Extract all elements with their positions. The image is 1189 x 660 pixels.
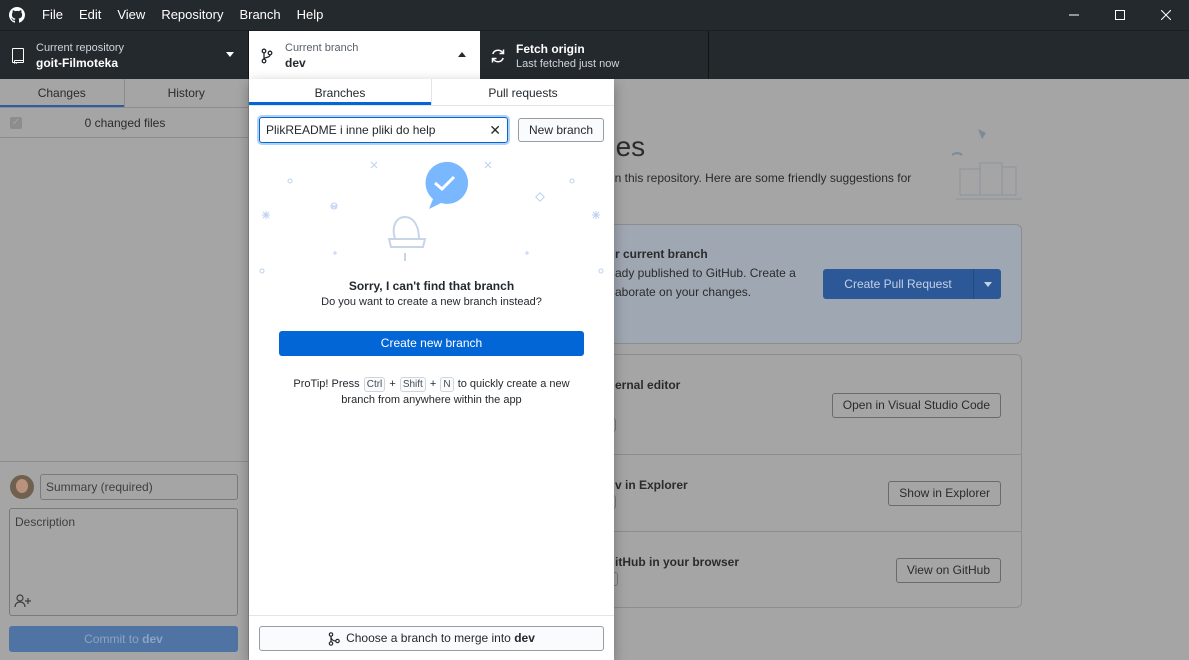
sync-icon: [490, 48, 506, 64]
explorer-suggestion-title: v in Explorer: [615, 478, 688, 492]
title-bar: File Edit View Repository Branch Help: [0, 0, 1189, 30]
actions-card: ernal editor A Open in Visual Studio Cod…: [600, 354, 1022, 608]
no-changes-illustration: [950, 127, 1028, 207]
protip-prefix: ProTip! Press: [293, 378, 360, 390]
clear-filter-icon[interactable]: ✕: [489, 123, 501, 137]
sidebar: Changes History ✓ 0 changed files Summar…: [0, 79, 249, 660]
summary-input[interactable]: Summary (required): [40, 474, 238, 500]
show-in-explorer-button[interactable]: Show in Explorer: [888, 481, 1001, 506]
current-branch-label: Current branch: [285, 41, 359, 54]
menu-file[interactable]: File: [34, 0, 71, 30]
new-branch-button[interactable]: New branch: [518, 118, 604, 142]
publish-card-text-1: ady published to GitHub. Create a: [615, 266, 796, 280]
tab-branches[interactable]: Branches: [249, 79, 431, 105]
protip-text: ProTip! Press Ctrl + Shift + N to quickl…: [249, 376, 614, 408]
commit-area: Summary (required) Description Commit to…: [0, 461, 249, 660]
menu-bar: File Edit View Repository Branch Help: [34, 0, 331, 30]
sidebar-tabs: Changes History: [0, 79, 248, 108]
merge-button-branch: dev: [514, 631, 535, 645]
close-icon: [1161, 10, 1171, 20]
tab-history[interactable]: History: [125, 79, 249, 107]
toolbar: Current repository goit-Filmoteka Curren…: [0, 30, 1189, 80]
no-changes-subtitle: in this repository. Here are some friend…: [612, 171, 912, 185]
menu-help[interactable]: Help: [289, 0, 332, 30]
no-branch-illustration: [249, 157, 614, 277]
create-new-branch-button[interactable]: Create new branch: [279, 331, 584, 356]
commit-button-prefix: Commit to: [84, 632, 143, 646]
fetch-origin-title: Fetch origin: [516, 41, 585, 56]
editor-suggestion-title: ernal editor: [615, 378, 681, 392]
changed-files-header: ✓ 0 changed files: [0, 108, 248, 138]
close-button[interactable]: [1143, 0, 1189, 30]
branch-filter-input[interactable]: PlikREADME i inne pliki do help ✕: [259, 117, 508, 143]
commit-button[interactable]: Commit to dev: [9, 626, 238, 652]
changed-files-count: 0 changed files: [84, 115, 166, 130]
minimize-button[interactable]: [1051, 0, 1097, 30]
description-input[interactable]: Description: [9, 508, 238, 616]
add-coauthor-icon[interactable]: [14, 594, 32, 611]
tab-pull-requests[interactable]: Pull requests: [432, 79, 614, 105]
merge-button-prefix: Choose a branch to merge into: [346, 631, 515, 645]
editor-suggestion: ernal editor A Open in Visual Studio Cod…: [601, 355, 1021, 455]
menu-branch[interactable]: Branch: [231, 0, 288, 30]
repo-icon: [10, 47, 26, 64]
branch-dropdown-panel: Branches Pull requests PlikREADME i inne…: [249, 79, 614, 660]
commit-button-branch: dev: [142, 632, 163, 646]
fetch-origin-status: Last fetched just now: [516, 57, 620, 70]
merge-into-branch-button[interactable]: Choose a branch to merge into dev: [259, 626, 604, 651]
chevron-down-icon: [984, 282, 992, 287]
tab-changes[interactable]: Changes: [0, 79, 124, 107]
protip-suffix: to quickly create a new: [457, 378, 570, 390]
github-logo-icon: [0, 0, 34, 30]
merge-icon: [328, 631, 340, 646]
create-pull-request-label: Create Pull Request: [844, 277, 952, 291]
publish-card-text-2: aborate on your changes.: [615, 285, 752, 299]
menu-repository[interactable]: Repository: [153, 0, 231, 30]
select-all-checkbox[interactable]: ✓: [10, 116, 22, 129]
github-suggestion-title: itHub in your browser: [615, 555, 740, 569]
create-pull-request-button[interactable]: Create Pull Request: [823, 269, 1001, 299]
publish-suggestion-card: r current branch ady published to GitHub…: [600, 224, 1022, 344]
branch-filter-row: PlikREADME i inne pliki do help ✕ New br…: [259, 117, 604, 143]
chevron-up-icon: [458, 52, 466, 57]
current-branch-button[interactable]: Current branch dev: [249, 31, 480, 80]
current-repository-button[interactable]: Current repository goit-Filmoteka: [0, 31, 249, 80]
protip-line-2: branch from anywhere within the app: [341, 394, 522, 406]
fetch-origin-button[interactable]: Fetch origin Last fetched just now: [480, 31, 709, 80]
current-branch-name: dev: [285, 55, 306, 70]
open-in-editor-button[interactable]: Open in Visual Studio Code: [831, 393, 1001, 418]
maximize-icon: [1115, 10, 1125, 20]
window-controls: [1051, 0, 1189, 30]
create-pull-request-dropdown[interactable]: [973, 269, 1001, 299]
avatar: [10, 475, 34, 499]
branch-filter-value: PlikREADME i inne pliki do help: [266, 123, 436, 137]
kbd-n: N: [440, 377, 454, 392]
minimize-icon: [1069, 14, 1079, 16]
explorer-suggestion: v in Explorer F Show in Explorer: [601, 455, 1021, 532]
chevron-down-icon: [226, 52, 234, 57]
panel-footer-divider: [249, 615, 614, 616]
menu-edit[interactable]: Edit: [71, 0, 109, 30]
current-repository-label: Current repository: [36, 41, 125, 54]
no-branch-subtitle: Do you want to create a new branch inste…: [321, 296, 542, 308]
publish-card-title: r current branch: [615, 247, 708, 261]
maximize-button[interactable]: [1097, 0, 1143, 30]
no-branch-title: Sorry, I can't find that branch: [348, 279, 515, 293]
current-repository-name: goit-Filmoteka: [36, 55, 119, 70]
branch-panel-tabs: Branches Pull requests: [249, 79, 614, 106]
github-suggestion: itHub in your browser G View on GitHub: [601, 532, 1021, 608]
kbd-shift: Shift: [399, 377, 426, 392]
menu-view[interactable]: View: [109, 0, 153, 30]
branch-icon: [259, 48, 275, 64]
view-on-github-button[interactable]: View on GitHub: [895, 558, 1001, 583]
kbd-ctrl: Ctrl: [363, 377, 386, 392]
